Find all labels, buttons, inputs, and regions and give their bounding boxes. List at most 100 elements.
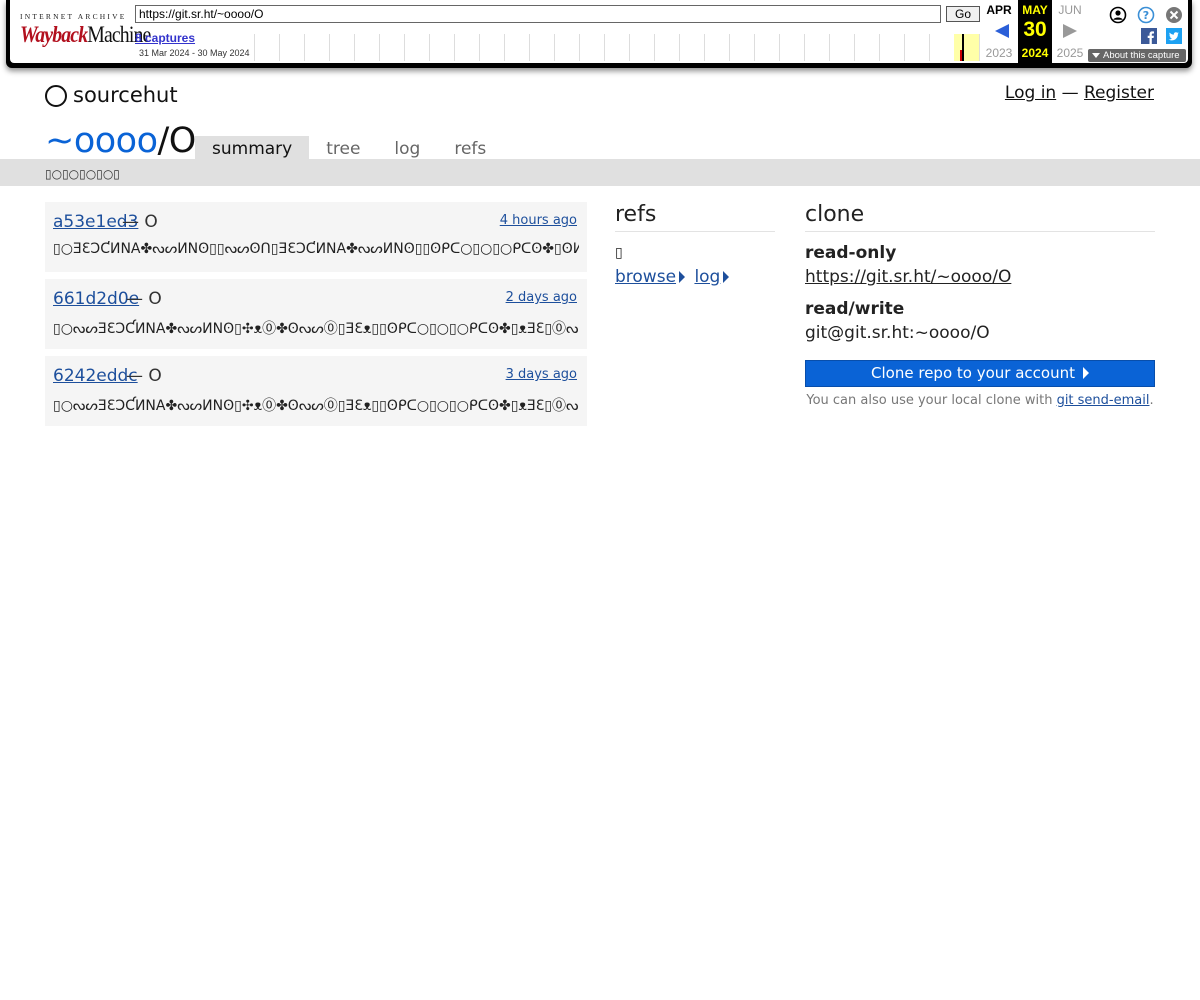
tab-tree[interactable]: tree <box>309 136 377 159</box>
captures-link[interactable]: 8 captures <box>135 31 195 45</box>
refs-log-label: log <box>694 267 721 287</box>
tab-log[interactable]: log <box>377 136 437 159</box>
sparkline-month-divider <box>754 34 755 61</box>
auth-links: Log in — Register <box>1005 83 1154 103</box>
refs-log-link[interactable]: log <box>694 267 730 287</box>
header-band <box>0 159 1200 186</box>
twitter-icon[interactable] <box>1166 28 1182 44</box>
wayback-logo[interactable]: INTERNET ARCHIVE WaybackMachine <box>20 10 151 50</box>
repo-description: ▯○▯○▯○▯○▯ <box>45 167 120 181</box>
repo-tabs: summary tree log refs <box>195 136 503 159</box>
close-icon[interactable] <box>1165 6 1183 24</box>
clone-hint: You can also use your local clone with g… <box>805 393 1155 408</box>
wayback-go-button[interactable]: Go <box>946 6 980 22</box>
current-day: 30 <box>1023 18 1047 41</box>
register-link[interactable]: Register <box>1084 83 1154 103</box>
sparkline-month-divider <box>379 34 380 61</box>
prev-year[interactable]: 2023 <box>982 46 1016 60</box>
repo-title: ~oooo/O <box>45 121 196 161</box>
clone-repo-button-label: Clone repo to your account <box>871 364 1075 382</box>
caret-right-icon <box>723 271 730 283</box>
sparkline-month-divider <box>829 34 830 61</box>
commit-item: 661d2d0e — O 2 days ago ▯○ᔓᔕƎƐƆƇИNA✤ᔓᔕИN… <box>45 279 587 349</box>
sparkline-month-divider <box>529 34 530 61</box>
next-arrow-icon[interactable] <box>1063 24 1077 38</box>
sparkline-current-highlight <box>954 34 979 61</box>
repo-owner-link[interactable]: ~oooo <box>45 121 158 161</box>
sparkline-capture-mark-red <box>960 50 962 61</box>
clone-hint-text: You can also use your local clone with <box>806 393 1057 408</box>
commit-list: a53e1ed3 — O 4 hours ago ▯○ƎƐƆƇИNA✤ᔓᔕИNʘ… <box>45 202 587 433</box>
sourcehut-logo-text: sourcehut <box>73 82 178 107</box>
caret-right-icon <box>679 271 686 283</box>
about-capture-label: About this capture <box>1103 50 1180 61</box>
refs-browse-link[interactable]: browse <box>615 267 686 287</box>
wayback-toolbar-inner: INTERNET ARCHIVE WaybackMachine https://… <box>10 0 1188 63</box>
current-month: MAY <box>1022 3 1048 17</box>
sparkline-month-divider <box>404 34 405 61</box>
commit-author: — O <box>126 366 162 386</box>
commit-time-link[interactable]: 3 days ago <box>506 367 577 382</box>
help-icon[interactable]: ? <box>1137 6 1155 24</box>
sparkline-month-divider <box>504 34 505 61</box>
commit-time-link[interactable]: 2 days ago <box>506 290 577 305</box>
sparkline-month-divider <box>804 34 805 61</box>
clone-heading: clone <box>805 202 865 227</box>
current-capture-column: MAY 30 2024 <box>1018 0 1052 63</box>
refs-divider <box>615 231 775 232</box>
sparkline-month-divider <box>604 34 605 61</box>
wayback-url-input[interactable]: https://git.sr.ht/~oooo/O <box>135 5 941 23</box>
sparkline-month-divider <box>654 34 655 61</box>
refs-branch-name: ▯ <box>615 245 623 261</box>
sparkline-month-divider <box>704 34 705 61</box>
caret-right-icon <box>1082 367 1089 379</box>
clone-readwrite-url[interactable]: git@git.sr.ht:~oooo/O <box>805 323 990 343</box>
sparkline-month-divider <box>279 34 280 61</box>
prev-arrow-icon[interactable] <box>995 24 1009 38</box>
login-link[interactable]: Log in <box>1005 83 1056 103</box>
tab-refs[interactable]: refs <box>437 136 503 159</box>
current-year: 2024 <box>1021 46 1049 60</box>
commit-author: — O <box>122 212 158 232</box>
sparkline-capture-mark <box>962 34 964 61</box>
sourcehut-ring-icon <box>45 85 67 107</box>
repo-name: O <box>168 121 197 161</box>
repo-title-slash: / <box>157 121 169 161</box>
refs-links: browse log <box>615 267 733 287</box>
commit-message: ▯○ƎƐƆƇИNA✤ᔓᔕИNʘ▯▯ᔓᔕʘᑎ▯ƎƐƆƇИNA✤ᔓᔕИNʘ▯▯ʘᑭᑕ… <box>53 241 579 257</box>
sparkline-month-divider <box>579 34 580 61</box>
sourcehut-logo[interactable]: sourcehut <box>45 82 178 107</box>
svg-text:?: ? <box>1143 9 1149 22</box>
sparkline-month-divider <box>629 34 630 61</box>
commit-item: a53e1ed3 — O 4 hours ago ▯○ƎƐƆƇИNA✤ᔓᔕИNʘ… <box>45 202 587 272</box>
sparkline-month-divider <box>679 34 680 61</box>
sparkline-month-divider <box>479 34 480 61</box>
commit-hash-link[interactable]: 6242eddc <box>53 366 138 386</box>
tab-summary[interactable]: summary <box>195 136 310 159</box>
sparkline-month-divider <box>354 34 355 61</box>
capture-sparkline[interactable] <box>254 34 980 61</box>
refs-browse-label: browse <box>615 267 677 287</box>
sparkline-month-divider <box>979 34 980 61</box>
clone-readonly-url[interactable]: https://git.sr.ht/~oooo/O <box>805 267 1011 287</box>
sparkline-month-divider <box>304 34 305 61</box>
git-send-email-link[interactable]: git send-email <box>1057 393 1150 408</box>
wayback-machine-wordmark: WaybackMachine <box>20 22 151 47</box>
sparkline-month-divider <box>779 34 780 61</box>
about-capture-button[interactable]: About this capture <box>1088 49 1186 62</box>
commit-message: ▯○ᔓᔕƎƐƆƇИNA✤ᔓᔕИNʘ▯✣ᴥ⓪✤ʘᔓᔕ⓪▯ƎƐᴥ▯▯ʘᑭᑕ○▯○▯○… <box>53 398 579 414</box>
next-year[interactable]: 2025 <box>1053 46 1087 60</box>
wayback-toolbar: INTERNET ARCHIVE WaybackMachine https://… <box>6 0 1192 68</box>
user-icon[interactable] <box>1109 6 1127 24</box>
facebook-icon[interactable] <box>1141 28 1157 44</box>
caret-down-icon <box>1092 53 1100 58</box>
next-capture-column: JUN 2025 <box>1053 0 1087 63</box>
internet-archive-label: INTERNET ARCHIVE <box>20 12 127 21</box>
clone-repo-button[interactable]: Clone repo to your account <box>805 360 1155 387</box>
commit-message: ▯○ᔓᔕƎƐƆƇИNA✤ᔓᔕИNʘ▯✣ᴥ⓪✤ʘᔓᔕ⓪▯ƎƐᴥ▯▯ʘᑭᑕ○▯○▯○… <box>53 321 579 337</box>
next-month[interactable]: JUN <box>1053 3 1087 17</box>
commit-author: — O <box>126 289 162 309</box>
sparkline-month-divider <box>904 34 905 61</box>
commit-time-link[interactable]: 4 hours ago <box>500 213 577 228</box>
prev-month[interactable]: APR <box>982 3 1016 17</box>
